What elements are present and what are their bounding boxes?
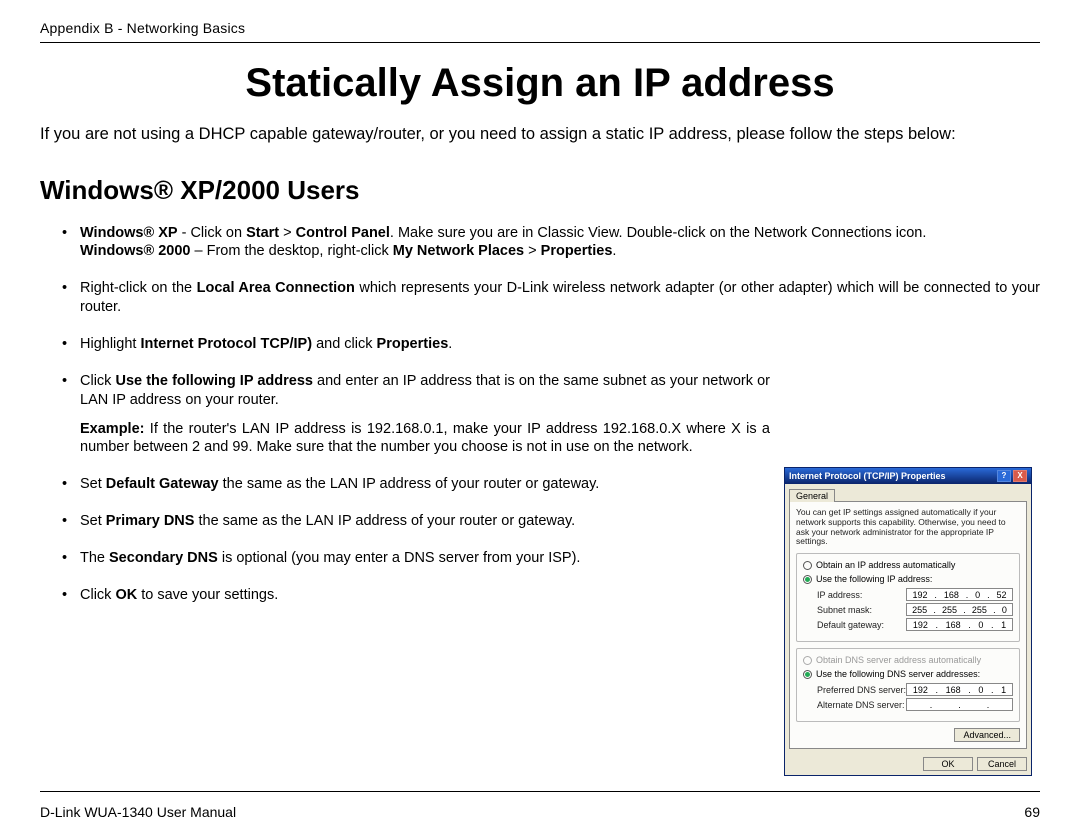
preferred-dns-label: Preferred DNS server: bbox=[817, 685, 906, 695]
radio-auto-ip-label: Obtain an IP address automatically bbox=[816, 560, 955, 570]
dialog-title: Internet Protocol (TCP/IP) Properties bbox=[789, 471, 946, 481]
tcpip-properties-dialog: Internet Protocol (TCP/IP) Properties ? … bbox=[784, 467, 1032, 776]
radio-auto-dns-label: Obtain DNS server address automatically bbox=[816, 655, 981, 665]
ip-address-label: IP address: bbox=[817, 590, 906, 600]
footer-left: D-Link WUA-1340 User Manual bbox=[40, 804, 236, 820]
alternate-dns-field[interactable]: 0.0.0.0 bbox=[906, 698, 1013, 711]
instruction-list-2: Highlight Internet Protocol TCP/IP) and … bbox=[40, 335, 770, 605]
default-gateway-field[interactable]: 192.168.0.1 bbox=[906, 618, 1013, 631]
tab-general[interactable]: General bbox=[789, 489, 835, 502]
footer-rule bbox=[40, 791, 1040, 792]
intro-paragraph: If you are not using a DHCP capable gate… bbox=[40, 124, 1040, 145]
alternate-dns-label: Alternate DNS server: bbox=[817, 700, 906, 710]
list-item: Windows® XP - Click on Start > Control P… bbox=[80, 224, 1040, 262]
advanced-button[interactable]: Advanced... bbox=[954, 728, 1020, 742]
radio-auto-dns bbox=[803, 656, 812, 665]
dns-group: Obtain DNS server address automatically … bbox=[796, 648, 1020, 722]
list-item: Set Default Gateway the same as the LAN … bbox=[80, 475, 770, 494]
page-title: Statically Assign an IP address bbox=[40, 61, 1040, 106]
dialog-titlebar[interactable]: Internet Protocol (TCP/IP) Properties ? … bbox=[785, 468, 1031, 484]
subnet-mask-label: Subnet mask: bbox=[817, 605, 906, 615]
section-heading: Windows® XP/2000 Users bbox=[40, 175, 1040, 206]
subnet-mask-field[interactable]: 255.255.255.0 bbox=[906, 603, 1013, 616]
list-item: The Secondary DNS is optional (you may e… bbox=[80, 549, 770, 568]
dialog-description: You can get IP settings assigned automat… bbox=[796, 508, 1020, 547]
close-icon[interactable]: X bbox=[1013, 470, 1027, 482]
ok-button[interactable]: OK bbox=[923, 757, 973, 771]
preferred-dns-field[interactable]: 192.168.0.1 bbox=[906, 683, 1013, 696]
ip-group: Obtain an IP address automatically Use t… bbox=[796, 553, 1020, 642]
radio-use-ip-label: Use the following IP address: bbox=[816, 574, 932, 584]
default-gateway-label: Default gateway: bbox=[817, 620, 906, 630]
radio-use-dns-label: Use the following DNS server addresses: bbox=[816, 669, 980, 679]
list-item: Right-click on the Local Area Connection… bbox=[80, 279, 1040, 317]
list-item: Set Primary DNS the same as the LAN IP a… bbox=[80, 512, 770, 531]
instruction-list: Windows® XP - Click on Start > Control P… bbox=[40, 224, 1040, 317]
help-icon[interactable]: ? bbox=[997, 470, 1011, 482]
radio-use-ip[interactable] bbox=[803, 575, 812, 584]
header-breadcrumb: Appendix B - Networking Basics bbox=[40, 20, 1040, 36]
header-rule bbox=[40, 42, 1040, 43]
footer-page-number: 69 bbox=[1024, 804, 1040, 820]
cancel-button[interactable]: Cancel bbox=[977, 757, 1027, 771]
list-item: Click Use the following IP address and e… bbox=[80, 372, 770, 457]
radio-auto-ip[interactable] bbox=[803, 561, 812, 570]
ip-address-field[interactable]: 192.168.0.52 bbox=[906, 588, 1013, 601]
list-item: Click OK to save your settings. bbox=[80, 586, 770, 605]
list-item: Highlight Internet Protocol TCP/IP) and … bbox=[80, 335, 770, 354]
radio-use-dns[interactable] bbox=[803, 670, 812, 679]
